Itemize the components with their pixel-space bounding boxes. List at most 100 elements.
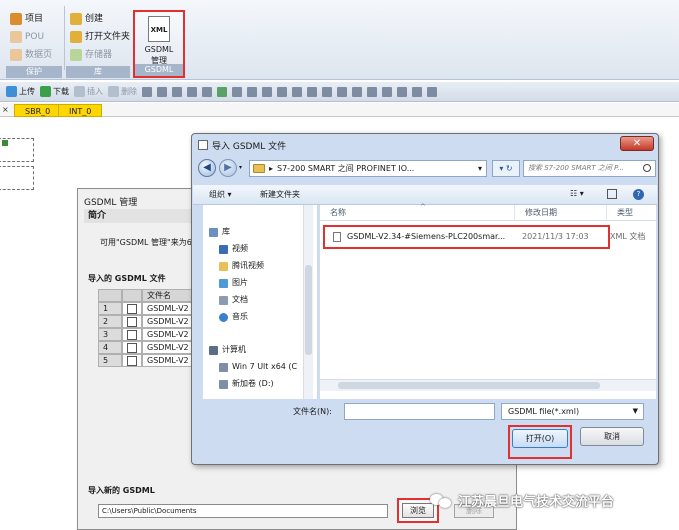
forward-button[interactable]: ▶ — [219, 159, 237, 177]
table-icon[interactable] — [232, 86, 242, 97]
project-button[interactable]: 项目 — [10, 12, 43, 26]
memory-icon — [70, 49, 82, 61]
view-options-icon[interactable]: ☷ ▾ — [570, 189, 584, 198]
new-folder-button[interactable]: 新建文件夹 — [260, 189, 300, 200]
nav-label: 图片 — [232, 278, 248, 287]
row-checkbox[interactable] — [122, 328, 142, 341]
scroll-thumb[interactable] — [338, 382, 600, 389]
close-tab-icon[interactable]: × — [2, 103, 12, 117]
insert-button[interactable]: 插入 — [74, 86, 103, 97]
open-folder-button[interactable]: 打开文件夹 — [70, 30, 130, 44]
filename-input[interactable] — [344, 403, 495, 420]
horizontal-scrollbar[interactable] — [320, 379, 656, 391]
contact-icon[interactable] — [277, 86, 287, 97]
box-instr-icon[interactable] — [367, 86, 377, 97]
chevron-down-icon: ▼ — [632, 407, 638, 415]
imported-files-header: 导入的 GSDML 文件 — [88, 274, 166, 283]
nav-item-tencent-video[interactable]: 腾讯视频 — [219, 259, 264, 273]
help-icon[interactable]: ? — [633, 189, 644, 200]
checkbox-icon[interactable] — [127, 356, 137, 366]
gsdml-path-input[interactable] — [98, 504, 388, 518]
nav-item-drive-d[interactable]: 新加卷 (D:) — [219, 377, 274, 391]
comment-icon[interactable] — [382, 86, 392, 97]
create-label: 创建 — [85, 14, 104, 24]
gsdml-manage-button[interactable]: XML GSDML 管理 GSDML — [133, 10, 185, 78]
row-checkbox[interactable] — [122, 315, 142, 328]
navigation-pane: 库 视频 腾讯视频 图片 文档 音乐 计算机 Win 7 Ult x64 (C — [203, 205, 318, 399]
search-input[interactable]: 搜索 S7-200 SMART 之间 P... — [523, 160, 656, 177]
close-button[interactable]: ✕ — [620, 136, 654, 151]
row-checkbox[interactable] — [122, 302, 142, 315]
download-icon — [40, 86, 51, 97]
search-icon[interactable] — [643, 164, 651, 172]
branch-icon[interactable] — [292, 86, 302, 97]
refresh-button[interactable]: ▾ ↻ — [492, 160, 520, 177]
rung-icon[interactable] — [157, 86, 167, 97]
back-button[interactable]: ◀ — [198, 159, 216, 177]
row-number: 1 — [98, 302, 122, 315]
address-bar[interactable]: ▸ S7-200 SMART 之间 PROFINET IO... ▾ — [249, 160, 487, 177]
nav-item-videos[interactable]: 视频 — [219, 242, 248, 256]
symbol-icon[interactable] — [397, 86, 407, 97]
coil-icon[interactable] — [187, 86, 197, 97]
checkbox-icon[interactable] — [127, 304, 137, 314]
pou-button[interactable]: POU — [10, 30, 44, 44]
lock-small-icon[interactable] — [202, 86, 212, 97]
checkbox-icon[interactable] — [127, 343, 137, 353]
create-button[interactable]: 创建 — [70, 12, 103, 26]
nav-item-library[interactable]: 库 — [209, 225, 230, 239]
nav-item-computer[interactable]: 计算机 — [209, 343, 246, 357]
navigation-scrollbar[interactable] — [303, 205, 313, 399]
row-checkbox[interactable] — [122, 341, 142, 354]
download-label: 下载 — [53, 87, 69, 96]
contact-no-icon[interactable] — [337, 86, 347, 97]
organize-menu[interactable]: 组织 ▾ — [209, 189, 232, 200]
checkbox-icon[interactable] — [127, 317, 137, 327]
folder-icon — [219, 261, 228, 271]
history-dropdown-icon[interactable]: ▾ — [239, 164, 242, 171]
open-button[interactable]: 打开(O) — [512, 429, 568, 448]
nav-item-documents[interactable]: 文档 — [219, 293, 248, 307]
upload-button[interactable]: 上传 — [6, 86, 35, 97]
row-checkbox[interactable] — [122, 354, 142, 367]
monitor-icon[interactable] — [247, 86, 257, 97]
tab-sbr-0[interactable]: SBR_0 — [14, 104, 62, 117]
nav-item-drive-c[interactable]: Win 7 Ult x64 (C — [219, 360, 297, 374]
filename-label: 文件名(N): — [293, 407, 332, 416]
checkbox-icon[interactable] — [127, 330, 137, 340]
file-type-select[interactable]: GSDML file(*.xml) ▼ — [501, 403, 644, 420]
folder-icon — [253, 164, 265, 173]
network-box — [0, 166, 34, 190]
column-header-modified[interactable]: 修改日期 — [515, 205, 607, 221]
line-icon[interactable] — [307, 86, 317, 97]
data-page-button[interactable]: 数据页 — [10, 48, 52, 62]
status-icon[interactable] — [262, 86, 272, 97]
box-icon[interactable] — [172, 86, 182, 97]
tab-int-0[interactable]: INT_0 — [58, 104, 103, 117]
bookmark-icon[interactable] — [427, 86, 437, 97]
download-button[interactable]: 下载 — [40, 86, 69, 97]
row-number: 3 — [98, 328, 122, 341]
cancel-button[interactable]: 取消 — [580, 427, 644, 446]
file-row[interactable]: GSDML-V2.34-#Siemens-PLC200smar... 2021/… — [323, 225, 610, 249]
delete-toolbar-button[interactable]: 删除 — [108, 86, 137, 97]
preview-pane-icon[interactable] — [607, 189, 617, 199]
delete-label: 删除 — [121, 87, 137, 96]
nav-item-music[interactable]: 音乐 — [219, 310, 248, 324]
music-icon — [219, 312, 228, 322]
nav-item-pictures[interactable]: 图片 — [219, 276, 248, 290]
network-icon[interactable] — [142, 86, 152, 97]
run-icon[interactable] — [217, 86, 227, 97]
header-cell — [122, 289, 142, 302]
chevron-down-icon[interactable]: ▾ — [478, 164, 482, 173]
gsdml-manage-label: GSDML 管理 — [135, 44, 183, 66]
edit-icon[interactable] — [412, 86, 422, 97]
toolbar: 上传 下载 插入 删除 — [0, 82, 679, 102]
column-header-type[interactable]: 类型 — [607, 205, 656, 221]
memory-button[interactable]: 存储器 — [70, 48, 112, 62]
arrow-icon[interactable] — [322, 86, 332, 97]
create-icon — [70, 13, 82, 25]
scroll-thumb[interactable] — [305, 265, 312, 355]
coil-out-icon[interactable] — [352, 86, 362, 97]
column-header-name[interactable]: 名称 — [320, 205, 515, 221]
